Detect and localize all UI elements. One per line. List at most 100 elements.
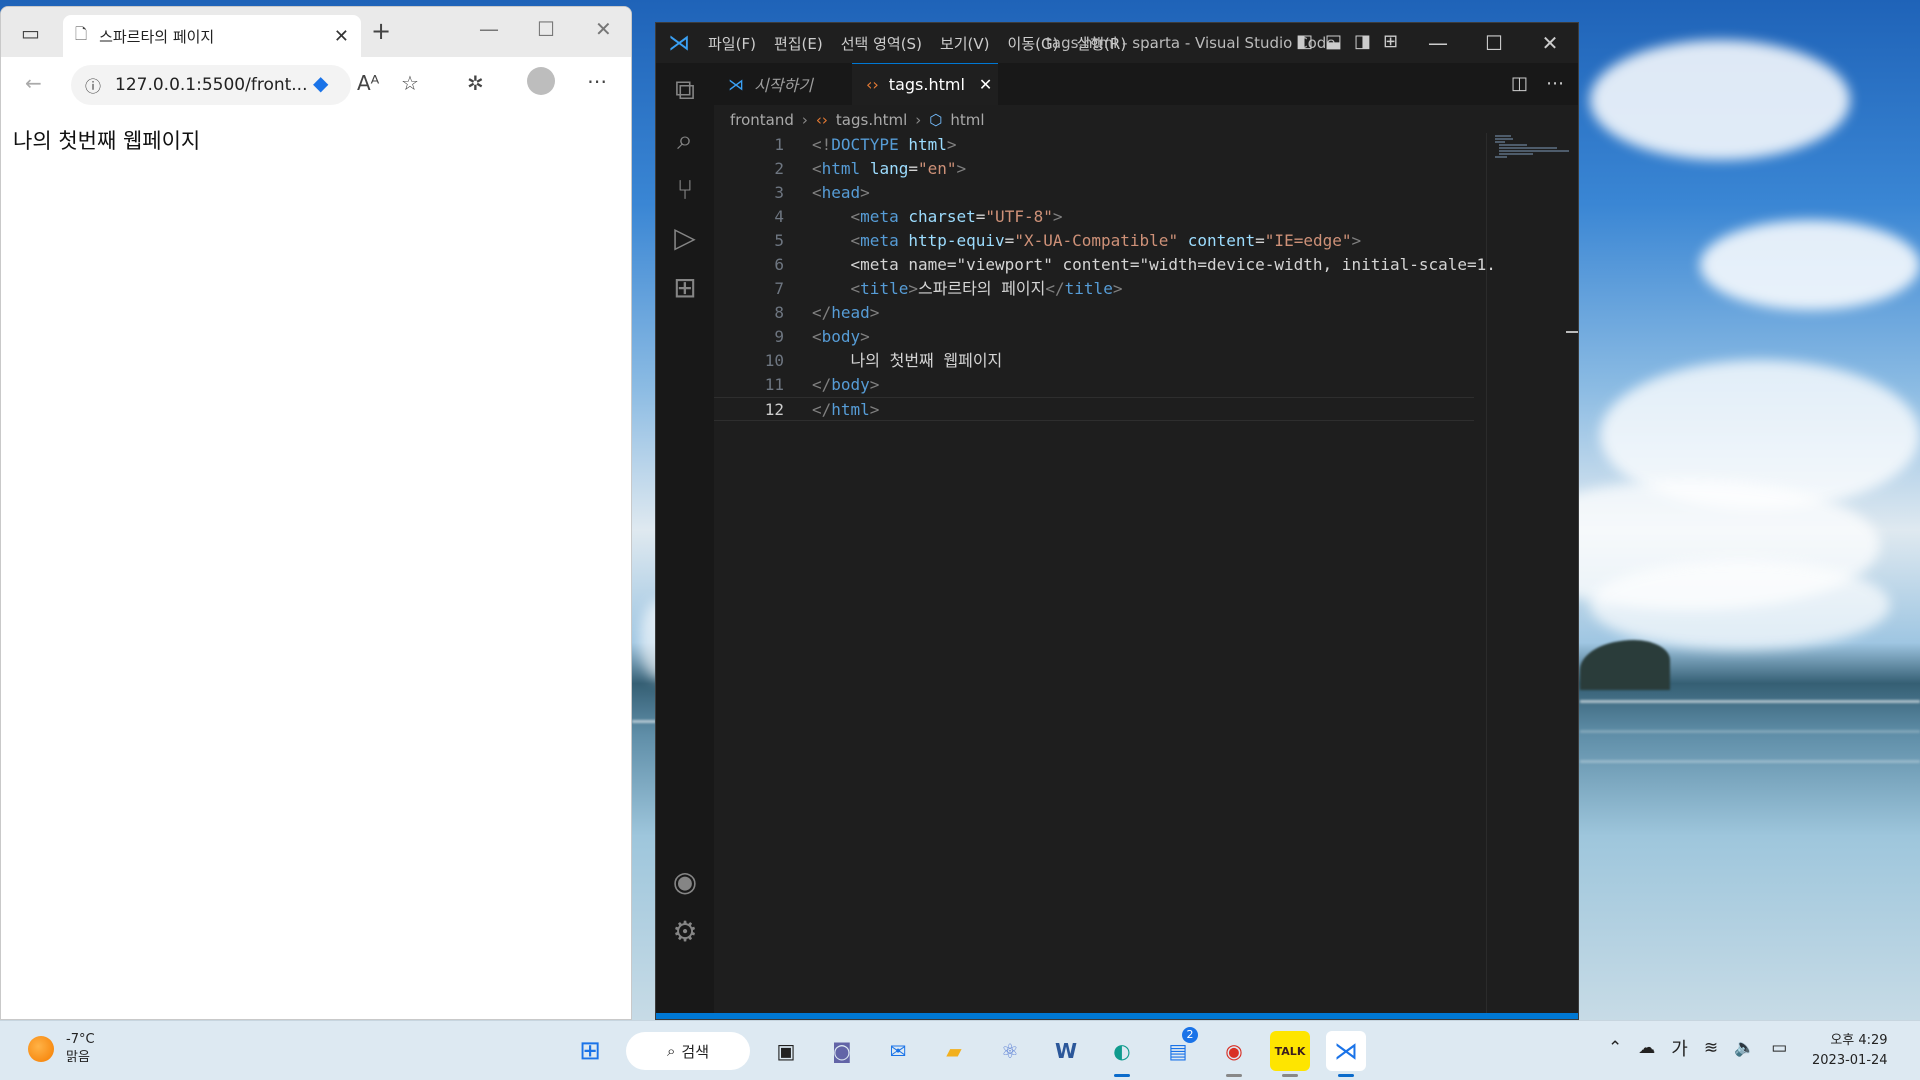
profile-avatar-icon[interactable] [527, 67, 555, 95]
element-icon: ⬡ [929, 111, 943, 129]
code-line[interactable]: 6 <meta name="viewport" content="width=d… [714, 253, 1496, 277]
read-aloud-icon[interactable]: Aᴬ [357, 71, 379, 95]
status-bar [656, 1013, 1578, 1019]
scrollbar[interactable] [1566, 331, 1578, 333]
volume-icon[interactable]: 🔈 [1734, 1038, 1755, 1058]
minimize-icon[interactable]: — [479, 17, 499, 41]
search-box[interactable]: ⌕ 검색 [626, 1032, 750, 1070]
ime-indicator[interactable]: 가 [1671, 1035, 1688, 1061]
word-icon[interactable]: W [1046, 1031, 1086, 1071]
tab-tags-html[interactable]: ‹› tags.html ✕ [852, 63, 998, 105]
extensions-icon[interactable]: ⊞ [668, 271, 702, 305]
breadcrumb: frontand › ‹› tags.html › ⬡ html [730, 107, 985, 133]
new-tab-icon[interactable]: + [371, 17, 391, 45]
code-line[interactable]: 2 <html lang="en"> [714, 157, 1474, 181]
battery-icon[interactable]: ▭ [1771, 1038, 1787, 1058]
code-line[interactable]: 10 나의 첫번째 웹페이지 [714, 349, 1474, 373]
file-explorer-icon[interactable]: ▰ [934, 1031, 974, 1071]
code-line[interactable]: 5 <meta http-equiv="X-UA-Compatible" con… [714, 229, 1474, 253]
cloud-icon[interactable]: ☁ [1638, 1038, 1655, 1058]
code-line[interactable]: 8 </head> [714, 301, 1474, 325]
window-title: tags.html - sparta - Visual Studio Code [1046, 34, 1336, 52]
edge-icon[interactable]: ◐ [1102, 1031, 1142, 1077]
back-icon[interactable]: ← [25, 71, 42, 95]
code-line[interactable]: 1 <!DOCTYPE html> [714, 133, 1474, 157]
vscode-icon[interactable]: ⋊ [1326, 1031, 1366, 1077]
chrome-icon[interactable]: ◉ [1214, 1031, 1254, 1077]
code-text: <body> [812, 327, 870, 346]
menu-edit[interactable]: 편집(E) [774, 33, 823, 54]
minimap[interactable] [1486, 133, 1570, 1019]
breadcrumb-file[interactable]: tags.html [836, 111, 907, 129]
weather-condition: 맑음 [66, 1050, 90, 1065]
run-debug-icon[interactable]: ▷ [668, 221, 702, 255]
search-icon[interactable]: ⌕ [668, 123, 702, 157]
kakaotalk-icon[interactable]: TALK [1270, 1031, 1310, 1077]
code-text: <head> [812, 183, 870, 202]
line-number: 11 [764, 375, 784, 394]
toggle-secondary-sidebar-icon[interactable]: ◨ [1354, 31, 1371, 52]
code-line[interactable]: 4 <meta charset="UTF-8"> [714, 205, 1474, 229]
code-line[interactable]: 3 <head> [714, 181, 1474, 205]
start-icon[interactable]: ⊞ [570, 1031, 610, 1071]
code-line[interactable]: 7 <title>스파르타의 페이지</title> [714, 277, 1474, 301]
accounts-icon[interactable]: ◉ [668, 865, 702, 899]
more-actions-icon[interactable]: ⋯ [1546, 73, 1564, 94]
wifi-icon[interactable]: ≋ [1704, 1038, 1718, 1058]
weather-widget[interactable]: -7°C 맑음 [28, 1031, 95, 1067]
breadcrumb-symbol[interactable]: html [950, 111, 984, 129]
vscode-titlebar: ⋊ 파일(F) 편집(E) 선택 영역(S) 보기(V) 이동(G) 실행(R)… [656, 23, 1578, 63]
minimize-icon[interactable]: — [1410, 23, 1466, 63]
address-bar[interactable]: ⓘ 127.0.0.1:5500/front... [71, 65, 351, 105]
explorer-icon[interactable]: ⧉ [668, 73, 702, 107]
menu-selection[interactable]: 선택 영역(S) [841, 33, 922, 54]
source-control-icon[interactable]: ⑂ [668, 173, 702, 207]
tab-actions-icon[interactable]: ▭ [21, 21, 40, 45]
more-options-icon[interactable]: ⋯ [587, 69, 607, 93]
breadcrumb-folder[interactable]: frontand [730, 111, 794, 129]
chevron-up-icon[interactable]: ⌃ [1608, 1038, 1622, 1058]
favorites-icon[interactable]: ☆ [401, 71, 419, 95]
code-text: </html> [812, 400, 880, 419]
address-text: 127.0.0.1:5500/front... [115, 75, 308, 95]
teams-chat-icon[interactable]: ◙ [822, 1031, 862, 1071]
settings-gear-icon[interactable]: ⚙ [668, 915, 702, 949]
toggle-sidebar-icon[interactable]: ◧ [1296, 31, 1313, 52]
layout-controls: ◧ ⬓ ◨ ⊞ [1296, 31, 1398, 52]
line-number: 7 [774, 279, 784, 298]
split-editor-icon[interactable]: ◫ [1511, 73, 1528, 94]
code-line[interactable]: 9 <body> [714, 325, 1474, 349]
line-number: 12 [764, 400, 784, 419]
code-line[interactable]: 11 </body> [714, 373, 1474, 397]
search-icon: ⌕ [666, 1042, 676, 1060]
tab-welcome[interactable]: ⋊ 시작하기 [714, 63, 852, 105]
close-window-icon[interactable]: ✕ [1522, 23, 1578, 63]
browser-window: ▭ 🗋 스파르타의 페이지 ✕ + — ☐ ✕ ← ⓘ 127.0.0.1:55… [0, 6, 632, 1020]
mail-icon[interactable]: ✉ [878, 1031, 918, 1071]
maximize-icon[interactable]: ☐ [1466, 23, 1522, 63]
web-page-body: 나의 첫번째 웹페이지 [1, 115, 631, 165]
menu-file[interactable]: 파일(F) [708, 33, 756, 54]
extensions-icon[interactable]: ✲ [467, 71, 484, 95]
app-icon[interactable]: ⚛ [990, 1031, 1030, 1071]
close-tab-icon[interactable]: ✕ [334, 26, 349, 47]
info-icon[interactable]: ⓘ [85, 73, 101, 97]
close-window-icon[interactable]: ✕ [595, 17, 612, 41]
maximize-icon[interactable]: ☐ [537, 17, 555, 41]
clock-date: 2023-01-24 [1812, 1053, 1888, 1068]
tab-label: tags.html [888, 75, 965, 94]
menu-view[interactable]: 보기(V) [940, 33, 990, 54]
teams-icon[interactable]: ▤ 2 [1158, 1027, 1198, 1071]
task-view-icon[interactable]: ▣ [766, 1031, 806, 1071]
code-line[interactable]: 12 </html> [714, 397, 1474, 421]
toggle-panel-icon[interactable]: ⬓ [1325, 31, 1342, 52]
close-tab-icon[interactable]: ✕ [979, 75, 992, 94]
code-editor[interactable]: 1 <!DOCTYPE html> 2 <html lang="en"> 3 <head>… [714, 133, 1496, 1019]
browser-tab[interactable]: 🗋 스파르타의 페이지 ✕ [63, 15, 361, 57]
clock[interactable]: 오후 4:29 2023-01-24 [1812, 1031, 1888, 1071]
coupon-icon[interactable]: ◆ [313, 71, 328, 95]
chevron-right-icon: › [801, 111, 808, 129]
code-text: 나의 첫번째 웹페이지 [812, 351, 1003, 370]
vscode-logo-icon: ⋊ [728, 74, 744, 94]
customize-layout-icon[interactable]: ⊞ [1383, 31, 1398, 52]
